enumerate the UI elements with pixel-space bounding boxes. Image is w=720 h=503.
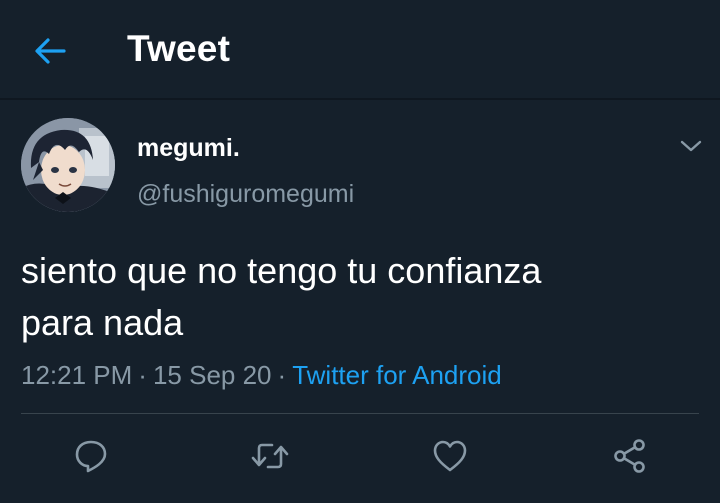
retweet-button[interactable] [248,434,292,478]
page-title: Tweet [127,28,231,69]
back-button[interactable] [30,33,70,69]
header-divider [0,98,720,100]
divider [21,413,699,414]
meta-separator: · [277,360,287,390]
share-button[interactable] [608,434,652,478]
chevron-down-icon [680,140,702,152]
like-button[interactable] [428,434,472,478]
retweet-icon [251,443,289,469]
arrow-left-icon [35,38,66,64]
tweet-detail-screen: Tweet megumi. @fushiguromegumi siento qu… [0,0,720,503]
tweet-text: siento que no tengo tu confianza para na… [21,250,542,343]
tweet-time: 12:21 PM [21,360,133,390]
meta-separator: · [138,360,147,390]
heart-icon [433,440,467,472]
share-icon [614,439,645,473]
avatar-image [21,118,115,212]
tweet-options-button[interactable] [677,134,705,158]
avatar[interactable] [21,118,115,212]
tweet-metadata: 12:21 PM · 15 Sep 20 · Twitter for Android [21,360,502,391]
author-display-name[interactable]: megumi. [137,134,240,163]
top-app-bar: Tweet [0,0,720,98]
author-handle[interactable]: @fushiguromegumi [137,180,354,209]
reply-button[interactable] [69,434,113,478]
reply-icon [75,440,107,473]
tweet-source-link[interactable]: Twitter for Android [292,360,502,390]
tweet-date: 15 Sep 20 [152,360,272,390]
